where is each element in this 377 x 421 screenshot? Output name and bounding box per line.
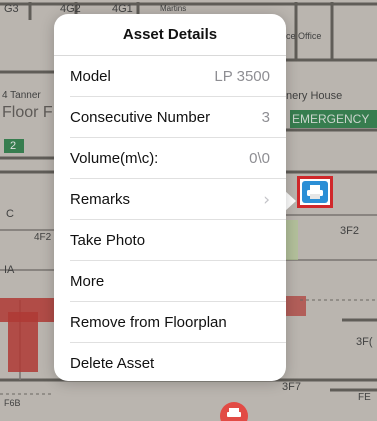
take-photo-button[interactable]: Take Photo	[54, 220, 286, 261]
printer-icon	[302, 181, 328, 203]
take-photo-label: Take Photo	[70, 232, 146, 249]
model-label: Model	[70, 68, 111, 85]
floorplan-canvas[interactable]: G3 4G2 4G1 Martins ice Office 4 Tanner F…	[0, 0, 377, 421]
volume-label: Volume(m\c):	[70, 150, 159, 167]
consecutive-number-label: Consecutive Number	[70, 109, 211, 126]
consecutive-number-value: 3	[261, 109, 270, 126]
remove-from-floorplan-button[interactable]: Remove from Floorplan	[54, 302, 286, 343]
remove-from-floorplan-label: Remove from Floorplan	[70, 314, 227, 331]
asset-details-popover: Asset Details Model LP 3500 Consecutive …	[54, 14, 286, 381]
delete-asset-button[interactable]: Delete Asset	[54, 343, 286, 381]
popover-header: Asset Details	[54, 14, 286, 56]
model-row: Model LP 3500	[54, 56, 286, 97]
selected-asset-marker[interactable]	[297, 176, 333, 208]
volume-row: Volume(m\c): 0\0	[54, 138, 286, 179]
more-button[interactable]: More	[54, 261, 286, 302]
remarks-row[interactable]: Remarks ›	[54, 179, 286, 220]
consecutive-number-row: Consecutive Number 3	[54, 97, 286, 138]
popover-title: Asset Details	[122, 26, 218, 43]
delete-asset-label: Delete Asset	[70, 355, 155, 372]
volume-value: 0\0	[249, 150, 270, 167]
remarks-label: Remarks	[70, 191, 131, 208]
more-label: More	[70, 273, 105, 290]
printer-icon	[227, 407, 241, 421]
chevron-right-icon: ›	[263, 189, 270, 210]
model-value: LP 3500	[214, 68, 270, 85]
